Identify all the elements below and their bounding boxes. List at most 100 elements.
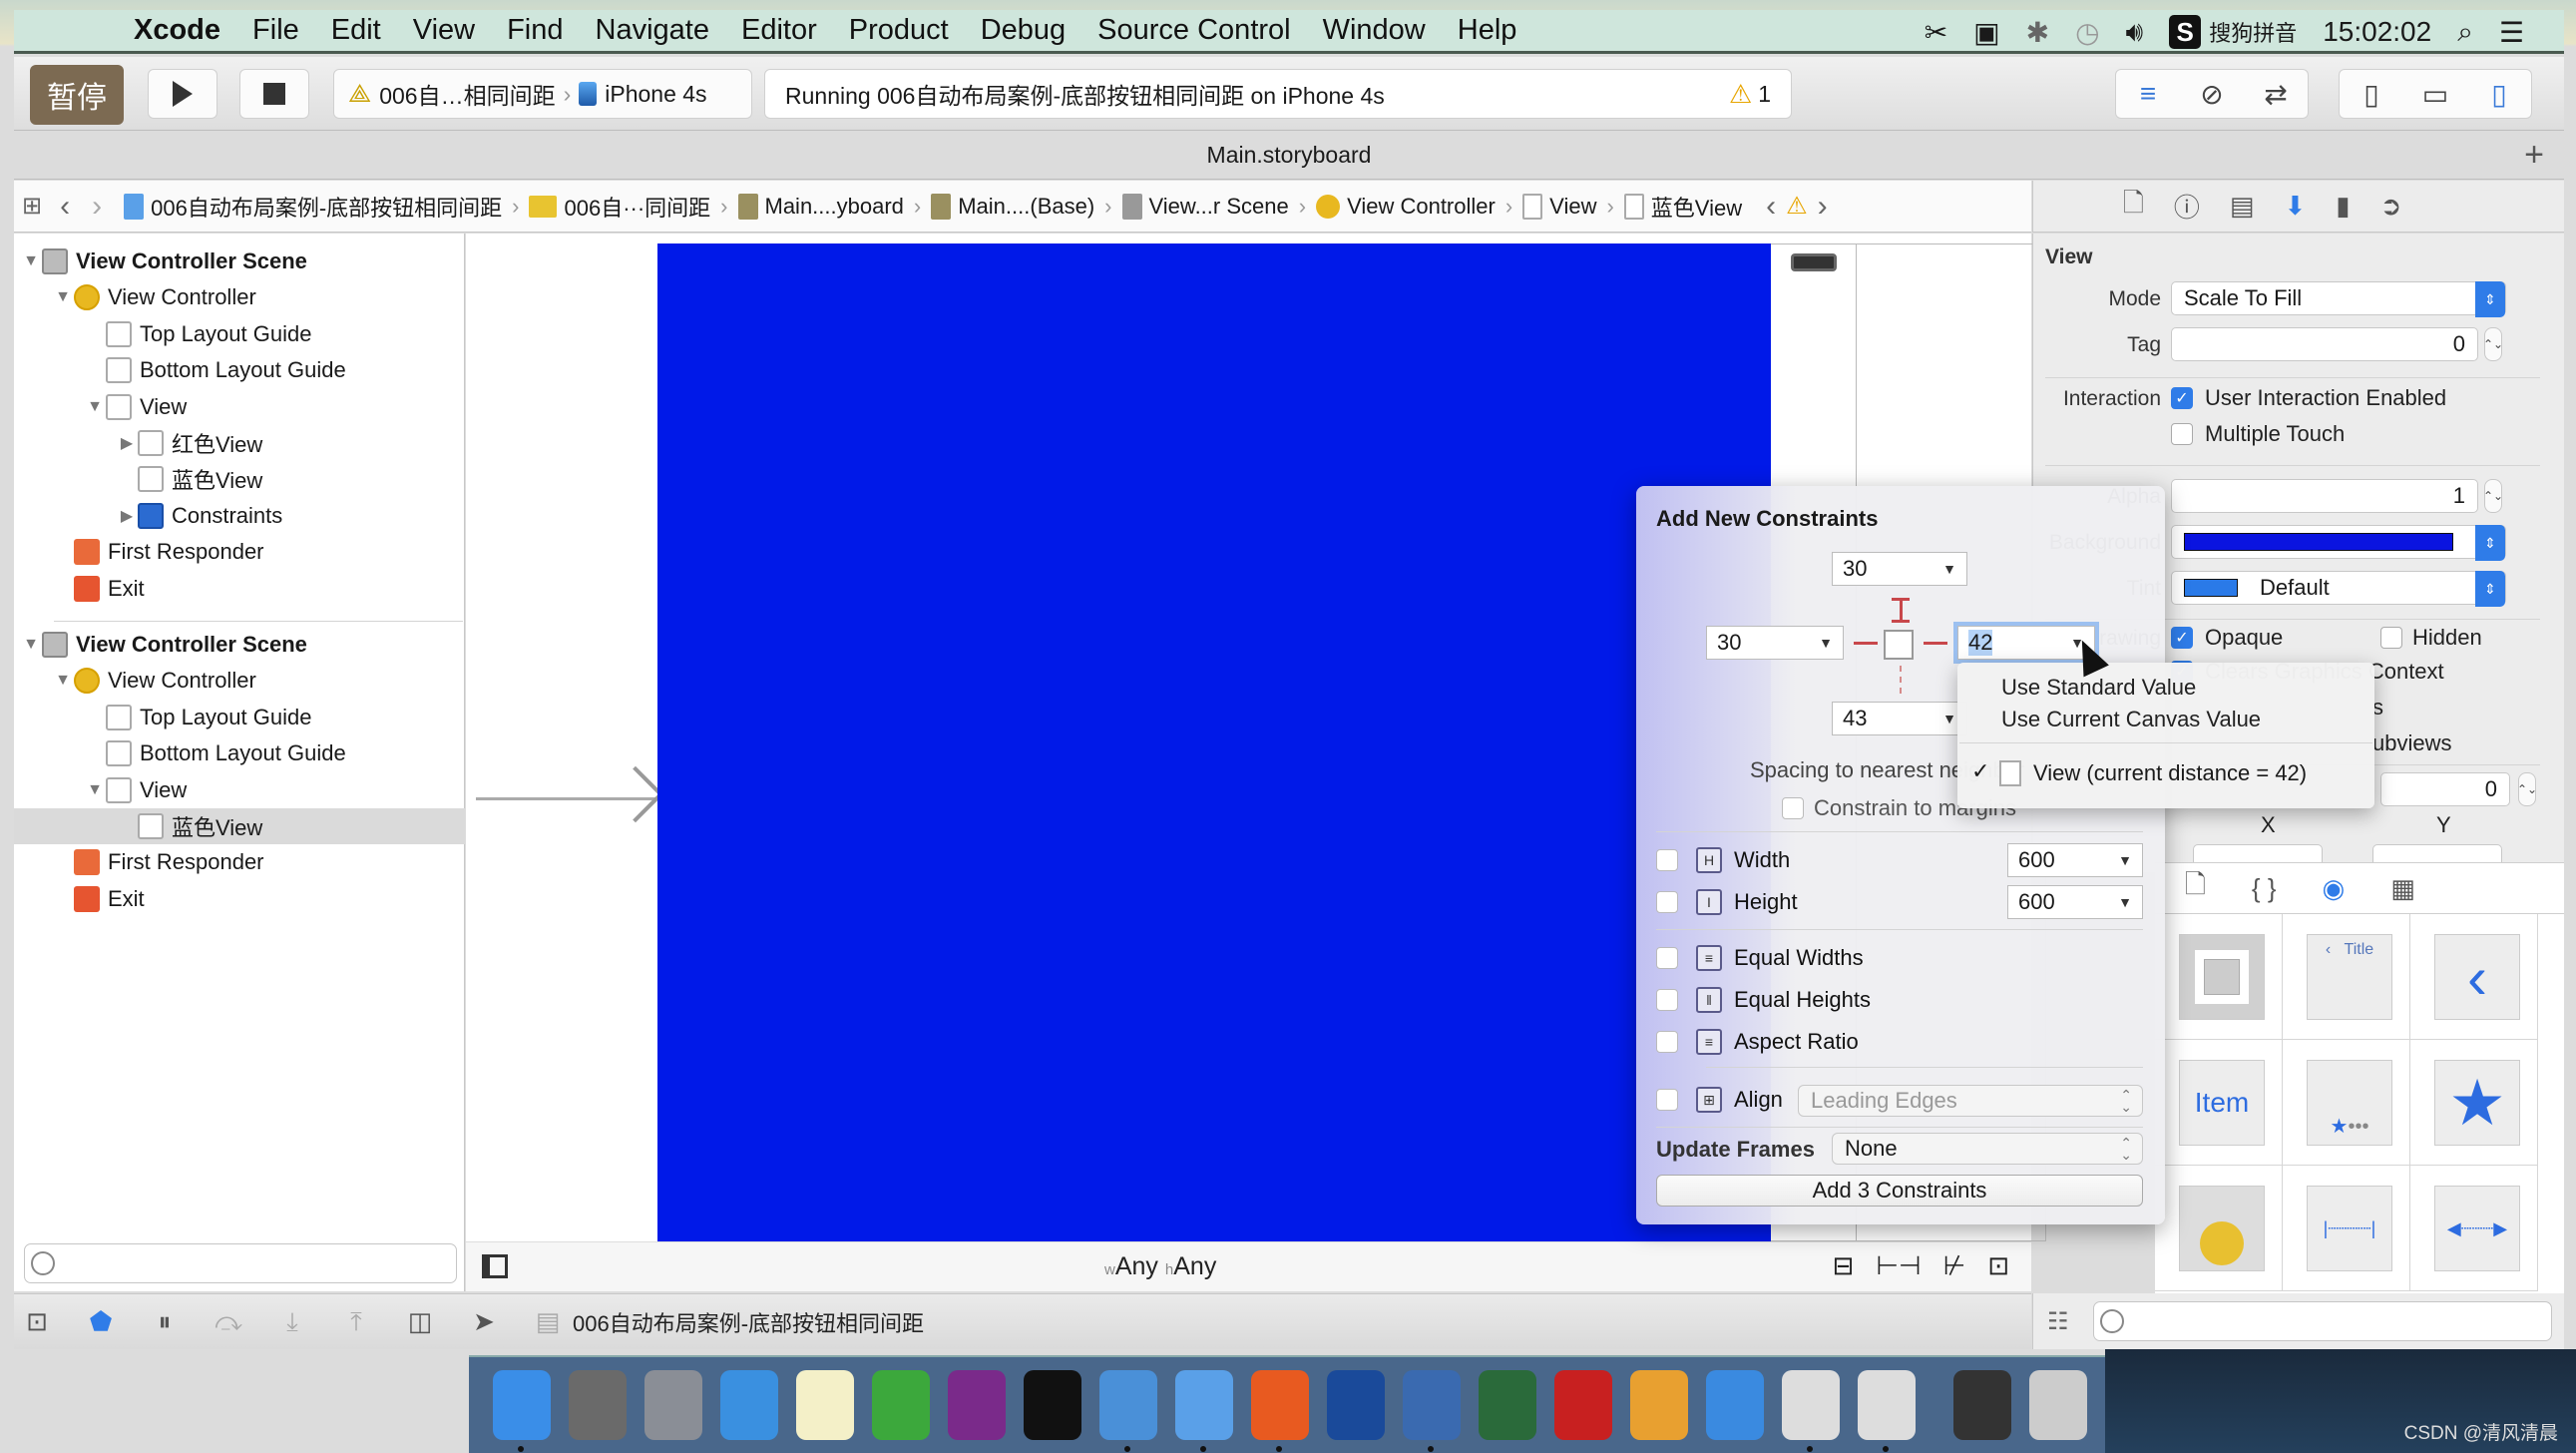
outline-item[interactable]: Top Layout Guide (14, 700, 311, 735)
dock-app-simulator[interactable] (1175, 1370, 1233, 1452)
library-item-tab-bar-item[interactable]: ★ (2410, 1040, 2538, 1166)
file-inspector-icon[interactable]: 🗋 (2123, 185, 2144, 229)
dock-app-excel[interactable] (872, 1370, 930, 1440)
dock-app-photo-slideshow[interactable] (1403, 1370, 1461, 1452)
menu-xcode[interactable]: Xcode (134, 14, 220, 47)
warning-indicator[interactable]: ⚠ 1 (1729, 79, 1771, 110)
dock-app-installer[interactable] (1479, 1370, 1536, 1440)
outline-item[interactable]: ▼ View Controller Scene (14, 243, 307, 279)
dock-app-finder[interactable] (493, 1370, 551, 1452)
size-inspector-icon[interactable]: ▮ (2336, 191, 2350, 222)
top-spacing-combo[interactable]: 30 ▼ (1832, 552, 1967, 586)
dock-app-trash[interactable] (2029, 1370, 2087, 1440)
view-debugger-icon[interactable]: ◫ (403, 1306, 437, 1337)
library-item-bar-button-item[interactable]: Item (2155, 1040, 2283, 1166)
disclosure-closed-icon[interactable]: ▶ (116, 433, 138, 453)
next-issue-button[interactable]: › (1818, 190, 1828, 224)
menu-file[interactable]: File (252, 14, 299, 47)
outline-item[interactable]: ▼ View Controller (14, 279, 256, 315)
blue-view[interactable] (657, 243, 1771, 1241)
related-items-icon[interactable]: ⊞ (22, 192, 42, 221)
disclosure-open-icon[interactable]: ▼ (52, 288, 74, 306)
outline-item[interactable]: Exit (14, 881, 145, 917)
outline-item[interactable]: 蓝色View (14, 461, 262, 497)
resolve-issues-icon[interactable]: ⊡ (1987, 1250, 2009, 1281)
menu-item-view-distance[interactable]: ✓ View (current distance = 42) (1957, 754, 2374, 794)
dock-app-onenote[interactable] (948, 1370, 1006, 1440)
jumpbar-scene[interactable]: View...r Scene (1121, 193, 1289, 220)
outline-item[interactable]: Bottom Layout Guide (14, 352, 346, 388)
dock-app-screen-sharing[interactable] (1953, 1370, 2011, 1440)
library-item-fixed-space[interactable]: |┈┈┈┈| (2283, 1166, 2410, 1291)
height-checkbox[interactable] (1656, 891, 1678, 913)
input-method-label[interactable]: 搜狗拼音 (2209, 16, 2297, 48)
menu-find[interactable]: Find (507, 14, 563, 47)
file-template-icon[interactable]: 🗋 (2185, 866, 2206, 910)
dock-app-instruments-2[interactable] (1858, 1370, 1916, 1452)
dock-app-system-preferences[interactable] (569, 1370, 627, 1440)
dock-app-launchpad[interactable] (644, 1370, 702, 1440)
dock-app-screenshot[interactable] (1327, 1370, 1385, 1440)
dock-app-terminal[interactable] (1024, 1370, 1081, 1440)
jumpbar-base[interactable]: Main....(Base) (931, 193, 1094, 220)
scheme-selector[interactable]: ⟁ 006自…相同间距 › iPhone 4s (333, 69, 752, 119)
jumpbar-blue-view[interactable]: 蓝色View (1623, 191, 1742, 223)
disclosure-open-icon[interactable]: ▼ (52, 672, 74, 690)
equal-widths-checkbox[interactable] (1656, 947, 1678, 969)
quick-help-icon[interactable]: ⓘ (2174, 188, 2200, 225)
disclosure-open-icon[interactable]: ▼ (20, 252, 42, 270)
align-icon[interactable]: ⊢⊣ (1876, 1250, 1921, 1281)
library-item-flexible-space[interactable]: ◀┈┈┈▶ (2410, 1166, 2538, 1291)
version-editor-icon[interactable]: ⇄ (2244, 78, 2308, 111)
disclosure-closed-icon[interactable]: ▶ (116, 506, 138, 526)
hidden-checkbox[interactable] (2380, 627, 2402, 649)
stretch-y-field[interactable]: 0 (2380, 772, 2510, 806)
dock-app-instruments-1[interactable] (1782, 1370, 1840, 1452)
outline-item[interactable]: ▼ View (14, 772, 187, 808)
tab-main-storyboard[interactable]: Main.storyboard (1207, 142, 1372, 169)
add-constraints-button[interactable]: Add 3 Constraints (1656, 1175, 2143, 1207)
menu-editor[interactable]: Editor (741, 14, 817, 47)
hide-debug-area-icon[interactable]: ⊡ (20, 1306, 54, 1337)
menu-navigate[interactable]: Navigate (596, 14, 709, 47)
dock-app-pages-tools[interactable] (1630, 1370, 1688, 1440)
grid-view-icon[interactable]: ☷ (2047, 1307, 2069, 1336)
menu-item-canvas-value[interactable]: Use Current Canvas Value (2001, 707, 2261, 732)
library-item-search-bar[interactable] (2155, 1166, 2283, 1291)
disclosure-open-icon[interactable]: ▼ (84, 781, 106, 799)
outline-filter-input[interactable] (24, 1243, 457, 1283)
previous-issue-button[interactable]: ‹ (1766, 190, 1776, 224)
media-library-icon[interactable]: ▦ (2390, 873, 2415, 904)
library-item-tab-bar[interactable]: ★ ••• (2283, 1040, 2410, 1166)
jumpbar-storyboard[interactable]: Main....yboard (737, 193, 904, 220)
connections-inspector-icon[interactable]: ➲ (2380, 191, 2402, 222)
jumpbar-view-controller[interactable]: View Controller (1316, 194, 1496, 220)
volume-icon[interactable]: 🔊︎ (2126, 16, 2144, 49)
disclosure-open-icon[interactable]: ▼ (20, 636, 42, 654)
spotlight-icon[interactable]: ⌕ (2457, 16, 2473, 49)
mode-select[interactable]: Scale To Fill ⇕ (2171, 281, 2506, 317)
outline-item[interactable]: 蓝色View (14, 808, 465, 844)
pin-icon[interactable]: ⊬ (1943, 1250, 1966, 1281)
align-checkbox[interactable] (1656, 1089, 1678, 1111)
alpha-field[interactable]: 1 (2171, 479, 2478, 513)
equal-heights-checkbox[interactable] (1656, 989, 1678, 1011)
menu-help[interactable]: Help (1458, 14, 1517, 47)
run-button[interactable] (148, 69, 217, 119)
forward-button[interactable]: › (92, 190, 102, 224)
add-tab-button[interactable]: + (2524, 136, 2544, 175)
left-pin-icon[interactable] (1854, 642, 1878, 645)
left-spacing-combo[interactable]: 30 ▼ (1706, 626, 1844, 660)
height-combo[interactable]: 600 ▼ (2007, 885, 2143, 919)
outline-item[interactable]: ▼ View Controller Scene (14, 627, 307, 663)
outline-item[interactable]: ▶ Constraints (14, 498, 282, 534)
notification-center-icon[interactable]: ☰ (2499, 16, 2524, 49)
right-pin-icon[interactable] (1924, 642, 1947, 645)
screen-record-icon[interactable]: ▣ (1973, 16, 1999, 49)
aspect-ratio-checkbox[interactable] (1656, 1031, 1678, 1053)
simulate-location-icon[interactable]: ➤ (467, 1306, 501, 1337)
library-item-back-button[interactable]: ‹ (2410, 914, 2538, 1040)
menu-source-control[interactable]: Source Control (1097, 14, 1290, 47)
breakpoints-toggle-icon[interactable]: ⬟ (84, 1306, 118, 1337)
outline-item[interactable]: Bottom Layout Guide (14, 735, 346, 771)
